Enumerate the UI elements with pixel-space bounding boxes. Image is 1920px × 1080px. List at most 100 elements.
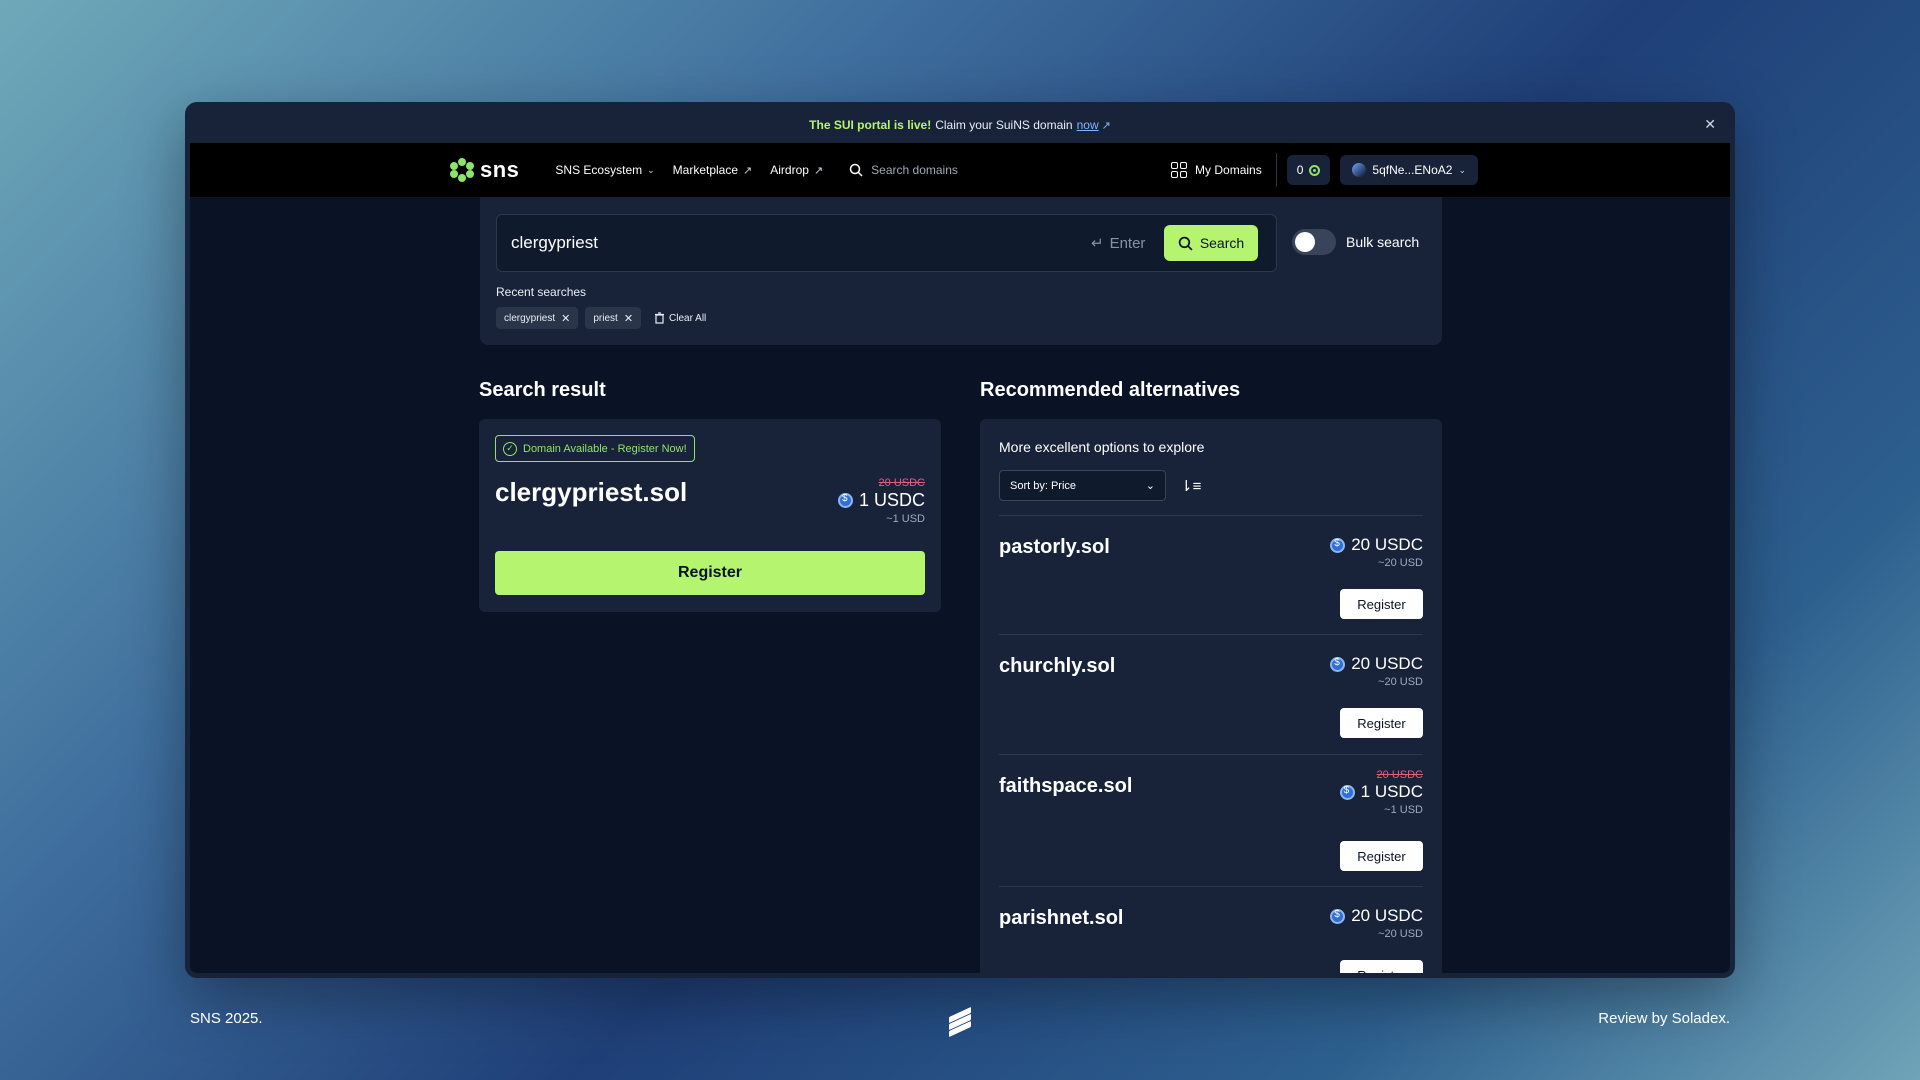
availability-badge: ✓ Domain Available - Register Now!	[495, 435, 695, 462]
external-link-icon: ↗	[743, 164, 753, 177]
usdc-icon	[1330, 908, 1346, 924]
domain-search-input[interactable]: clergypriest ↵ Enter Search	[496, 214, 1277, 272]
sns-logo-icon	[450, 158, 474, 182]
external-link-icon[interactable]: ↗	[1102, 119, 1111, 132]
alternative-price: 20 USDC ~20 USD	[1330, 653, 1423, 688]
trash-icon	[655, 312, 665, 324]
top-nav: sns SNS Ecosystem ⌄ Marketplace ↗ Airdro…	[190, 143, 1730, 197]
alternative-price: 20 USDC 1 USDC ~1 USD	[1339, 769, 1423, 816]
my-domains-button[interactable]: My Domains	[1171, 153, 1277, 187]
alternative-name: churchly.sol	[999, 655, 1116, 677]
nav-item-label: Marketplace	[672, 163, 739, 177]
check-circle-icon: ✓	[503, 441, 517, 456]
usd-price: ~20 USD	[1378, 676, 1423, 688]
enter-hint-label: Enter	[1109, 234, 1146, 252]
logo[interactable]: sns	[450, 157, 519, 183]
nav-sns-ecosystem[interactable]: SNS Ecosystem ⌄	[555, 163, 654, 177]
enter-hint: ↵ Enter	[1091, 234, 1146, 253]
close-icon[interactable]: ✕	[561, 312, 570, 325]
register-button[interactable]: Register	[1340, 708, 1423, 738]
search-result-title: Search result	[479, 379, 606, 401]
nav-item-label: Airdrop	[770, 163, 809, 177]
price-value: 20 USDC	[1351, 654, 1423, 673]
announcement-banner: The SUI portal is live! Claim your SuiNS…	[190, 107, 1730, 143]
banner-text: Claim your SuiNS domain	[935, 118, 1073, 132]
alternative-item: parishnet.sol 20 USDC ~20 USD Register	[999, 886, 1423, 973]
search-result-card: ✓ Domain Available - Register Now! clerg…	[479, 419, 941, 612]
token-icon	[1309, 164, 1321, 176]
close-icon[interactable]: ✕	[624, 312, 633, 325]
grid-icon	[1171, 162, 1188, 178]
current-price: 20 USDC	[1330, 654, 1423, 674]
availability-label: Domain Available - Register Now!	[523, 442, 687, 455]
clear-all-label: Clear All	[669, 312, 707, 324]
wallet-address: 5qfNe...ENoA2	[1372, 163, 1453, 177]
usdc-icon	[837, 493, 853, 508]
sort-label: Sort by: Price	[1010, 479, 1077, 492]
old-price: 20 USDC	[1376, 769, 1423, 781]
nav-search-input[interactable]: Search domains	[849, 163, 958, 177]
register-button[interactable]: Register	[1340, 960, 1423, 973]
banner-link[interactable]: now	[1077, 118, 1099, 132]
nav-marketplace[interactable]: Marketplace ↗	[673, 163, 753, 177]
footer-left-text: SNS 2025.	[190, 1010, 263, 1027]
search-value[interactable]: clergypriest	[511, 233, 598, 253]
search-icon	[1178, 236, 1193, 251]
balance-button[interactable]: 0	[1286, 155, 1331, 185]
enter-icon: ↵	[1091, 235, 1104, 252]
price-value: 20 USDC	[1351, 535, 1423, 554]
search-icon	[849, 163, 863, 177]
search-placeholder: Search domains	[871, 163, 958, 177]
alternatives-title: Recommended alternatives	[980, 379, 1241, 401]
alternative-name: parishnet.sol	[999, 907, 1124, 929]
price-value: 1 USDC	[858, 490, 925, 510]
close-icon[interactable]: ✕	[1704, 116, 1716, 133]
nav-right: My Domains 0 5qfNe...ENoA2 ⌄	[1171, 153, 1478, 187]
alternative-price: 20 USDC ~20 USD	[1330, 905, 1423, 940]
chip-label: priest	[593, 312, 618, 324]
my-domains-label: My Domains	[1195, 163, 1262, 177]
bulk-search-label: Bulk search	[1346, 234, 1420, 250]
search-panel: clergypriest ↵ Enter Search Bulk search …	[480, 197, 1442, 345]
chip-label: clergypriest	[504, 312, 556, 324]
footer-right-text: Review by Soladex.	[1598, 1010, 1730, 1027]
clear-all-button[interactable]: Clear All	[654, 312, 706, 324]
sort-select[interactable]: Sort by: Price ⌄	[999, 470, 1166, 501]
soladex-logo-icon	[949, 1006, 971, 1038]
alternative-name: faithspace.sol	[999, 775, 1133, 797]
old-price: 20 USDC	[878, 477, 925, 489]
nav-item-label: SNS Ecosystem	[555, 163, 643, 177]
app-window: The SUI portal is live! Claim your SuiNS…	[185, 102, 1735, 978]
register-button[interactable]: Register	[1340, 589, 1423, 619]
usdc-icon	[1339, 784, 1355, 800]
avatar	[1352, 163, 1367, 177]
usd-price: ~1 USD	[886, 513, 925, 525]
external-link-icon: ↗	[813, 164, 824, 177]
banner-highlight: The SUI portal is live!	[809, 118, 932, 132]
register-button[interactable]: Register	[495, 551, 925, 595]
usdc-icon	[1330, 656, 1346, 672]
wallet-button[interactable]: 5qfNe...ENoA2 ⌄	[1340, 155, 1478, 185]
current-price: 20 USDC	[1330, 535, 1423, 555]
current-price: 20 USDC	[1330, 906, 1423, 926]
alternative-item: faithspace.sol 20 USDC 1 USDC ~1 USD Reg…	[999, 754, 1423, 886]
recent-searches: clergypriest ✕ priest ✕ Clear All	[496, 307, 706, 329]
recent-chip[interactable]: clergypriest ✕	[496, 307, 579, 329]
usd-price: ~1 USD	[1384, 804, 1423, 816]
sort-direction-icon[interactable]: ⇂≡	[1180, 477, 1201, 495]
result-domain-name: clergypriest.sol	[495, 477, 688, 507]
chevron-down-icon: ⌄	[647, 164, 655, 175]
nav-airdrop[interactable]: Airdrop ↗	[770, 163, 823, 177]
register-button[interactable]: Register	[1340, 841, 1423, 871]
bulk-search-toggle[interactable]	[1292, 229, 1336, 255]
usdc-icon	[1330, 537, 1346, 553]
balance-value: 0	[1296, 163, 1304, 177]
chevron-down-icon: ⌄	[1145, 480, 1155, 492]
price-value: 20 USDC	[1351, 906, 1423, 925]
chevron-down-icon: ⌄	[1458, 164, 1466, 175]
recent-chip[interactable]: priest ✕	[585, 307, 642, 329]
search-button[interactable]: Search	[1164, 225, 1258, 261]
alternative-item: pastorly.sol 20 USDC ~20 USD Register	[999, 515, 1423, 634]
usd-price: ~20 USD	[1378, 928, 1423, 940]
result-price: 20 USDC 1 USDC ~1 USD	[837, 477, 925, 525]
